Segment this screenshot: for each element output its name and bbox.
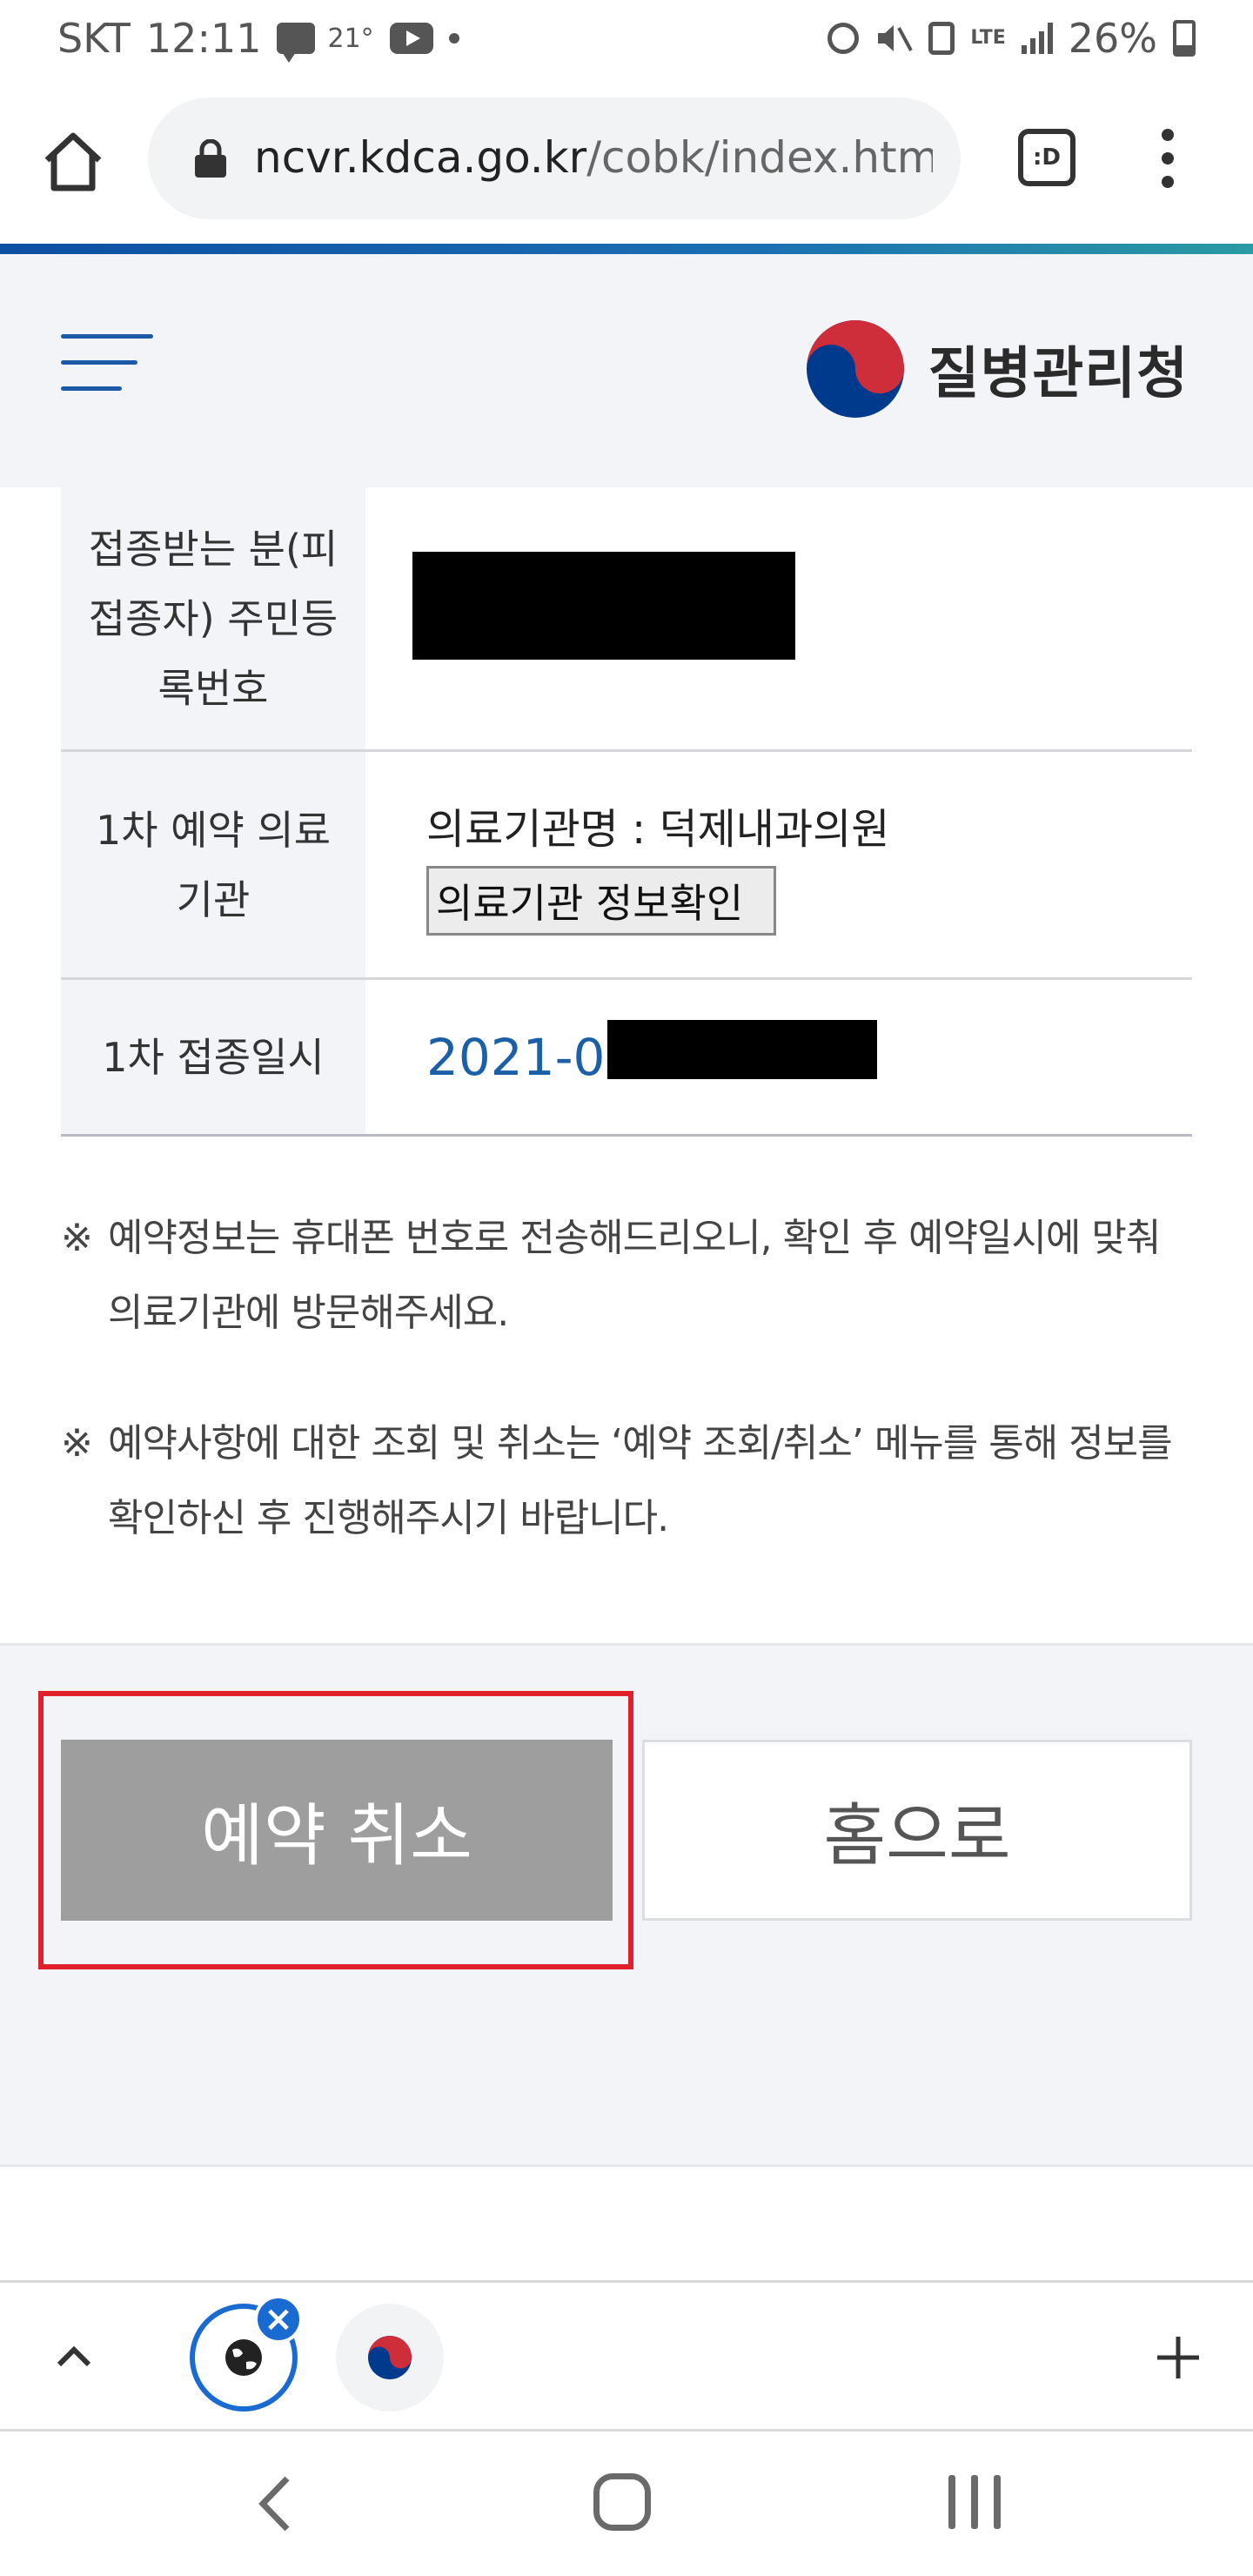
tab-switcher-button[interactable]: :D <box>1018 129 1075 186</box>
status-left: SKT 12:11 21° <box>57 12 459 64</box>
url-path: /cobk/index.htm <box>586 132 933 183</box>
recent-apps-icon[interactable] <box>948 2475 1001 2529</box>
taegeuk-emblem-icon <box>368 2336 412 2379</box>
storage-icon <box>928 22 955 55</box>
battery-icon <box>1173 20 1196 57</box>
alarm-icon <box>828 23 860 54</box>
reservation-table: 접종받는 분(피접종자) 주민등록번호 1차 예약 의료기관 의료기관명 : 덕… <box>61 487 1192 1137</box>
address-bar[interactable]: ncvr.kdca.go.kr/cobk/index.htm <box>148 97 961 219</box>
youtube-icon <box>389 23 433 54</box>
temperature-text: 21° <box>327 23 374 54</box>
notice-item: ※ 예약사항에 대한 조회 및 취소는 ‘예약 조회/취소’ 메뉴를 통해 정보… <box>61 1406 1192 1556</box>
mute-icon <box>878 25 914 51</box>
row-label-resident-number: 접종받는 분(피접종자) 주민등록번호 <box>61 487 365 749</box>
url-domain: ncvr.kdca.go.kr <box>254 132 587 183</box>
logo-text: 질병관리청 <box>928 342 1189 406</box>
site-header: 질병관리청 <box>0 254 1253 487</box>
table-row: 1차 접종일시 2021-06 <box>61 980 1192 1137</box>
home-icon[interactable] <box>40 129 106 195</box>
signal-icon <box>1021 23 1053 54</box>
back-icon[interactable] <box>252 2473 299 2534</box>
lock-icon <box>195 139 226 178</box>
note-mark: ※ <box>61 1216 93 1260</box>
hospital-info-button[interactable]: 의료기관 정보확인 <box>426 865 776 936</box>
table-row: 1차 예약 의료기관 의료기관명 : 덕제내과의원 의료기관 정보확인 <box>61 752 1192 980</box>
close-tab-icon[interactable]: × <box>254 2295 303 2344</box>
url-text[interactable]: ncvr.kdca.go.kr/cobk/index.htm <box>254 132 933 188</box>
tab-thumbnail[interactable] <box>336 2304 444 2412</box>
row-value-resident-number <box>365 487 1192 749</box>
hospital-name-text: 의료기관명 : 덕제내과의원 <box>426 804 890 854</box>
browser-tab-bar: × <box>0 2280 1253 2432</box>
row-label-hospital: 1차 예약 의료기관 <box>61 752 365 977</box>
globe-icon <box>225 2339 262 2376</box>
kdca-logo[interactable]: 질병관리청 <box>805 317 1189 421</box>
more-menu-icon[interactable] <box>1150 124 1185 193</box>
redacted-block <box>412 552 795 660</box>
notice-section: ※ 예약정보는 휴대폰 번호로 전송해드리오니, 확인 후 예약일시에 맞춰 의… <box>61 1201 1192 1556</box>
taegeuk-emblem-icon <box>806 320 904 418</box>
message-icon <box>277 23 316 63</box>
notification-dot-icon <box>448 33 459 44</box>
clock-text: 12:11 <box>145 15 262 62</box>
header-accent-line <box>0 244 1253 254</box>
notice-text: 예약사항에 대한 조회 및 취소는 ‘예약 조회/취소’ 메뉴를 통해 정보를 … <box>108 1421 1173 1540</box>
menu-icon[interactable] <box>61 332 153 399</box>
home-nav-icon[interactable] <box>593 2473 651 2531</box>
notice-item: ※ 예약정보는 휴대폰 번호로 전송해드리오니, 확인 후 예약일시에 맞춰 의… <box>61 1201 1192 1351</box>
new-tab-icon[interactable] <box>1154 2333 1203 2382</box>
carrier-text: SKT <box>57 15 131 62</box>
redacted-block <box>607 1020 877 1079</box>
row-label-vaccination-date: 1차 접종일시 <box>61 980 365 1134</box>
note-mark: ※ <box>61 1421 93 1466</box>
table-row: 접종받는 분(피접종자) 주민등록번호 <box>61 487 1192 752</box>
network-type-text: LTE <box>970 27 1006 49</box>
action-area: 예약 취소 홈으로 <box>0 1643 1253 2167</box>
row-value-vaccination-date: 2021-06 <box>365 980 1192 1134</box>
cancel-reservation-button[interactable]: 예약 취소 <box>61 1740 613 1921</box>
battery-percent-text: 26% <box>1068 15 1157 62</box>
browser-toolbar: ncvr.kdca.go.kr/cobk/index.htm :D <box>0 78 1253 244</box>
system-nav-bar <box>0 2432 1253 2576</box>
row-value-hospital: 의료기관명 : 덕제내과의원 의료기관 정보확인 <box>365 752 1192 977</box>
notice-text: 예약정보는 휴대폰 번호로 전송해드리오니, 확인 후 예약일시에 맞춰 의료기… <box>108 1216 1161 1335</box>
chevron-up-icon[interactable] <box>52 2335 96 2378</box>
go-home-button[interactable]: 홈으로 <box>642 1740 1192 1921</box>
status-bar: SKT 12:11 21° LTE 26% <box>0 0 1253 78</box>
status-right: LTE 26% <box>828 12 1196 64</box>
